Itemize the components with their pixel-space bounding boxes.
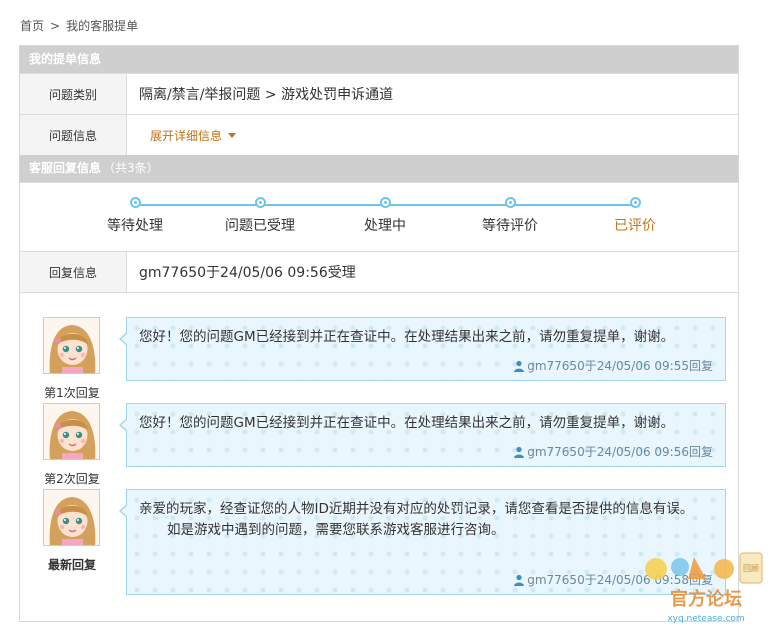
status-progress: 等待处理 问题已受理 处理中 等待评价 已评价 — [20, 182, 738, 251]
watermark-title: 官方论坛 — [670, 588, 742, 610]
step-accepted: 问题已受理 — [200, 197, 320, 235]
reply-bubble: 您好！您的问题GM已经接到并正在查证中。在处理结果出来之前，请勿重复提单，谢谢。… — [119, 403, 726, 467]
step-label: 处理中 — [364, 218, 406, 234]
ticket-panel: 我的提单信息 问题类别 隔离/禁言/举报问题 > 游戏处罚申诉通道 问题信息 展… — [19, 45, 739, 622]
step-awaiting-review: 等待评价 — [450, 197, 570, 235]
breadcrumb-current: 我的客服提单 — [66, 19, 139, 33]
problem-info-label: 问题信息 — [20, 115, 127, 155]
reply-number-label: 最新回复 — [47, 558, 96, 572]
step-dot-icon — [504, 197, 516, 208]
gm-avatar-icon — [44, 318, 99, 373]
step-dot-icon — [379, 197, 391, 208]
reply-meta-text: gm77650于24/05/06 09:55回复 — [527, 359, 713, 373]
step-label: 问题已受理 — [225, 218, 295, 234]
reply-section-title: 客服回复信息 — [29, 161, 102, 175]
gm-avatar-icon — [44, 404, 99, 459]
step-reviewed: 已评价 — [575, 197, 695, 235]
breadcrumb: 首页 > 我的客服提单 — [20, 17, 138, 34]
reply-info-value: gm77650于24/05/06 09:56受理 — [139, 265, 356, 281]
watermark-url: xyq.netease.com — [667, 614, 744, 624]
reply-message-secondary: 如是游戏中遇到的问题，需要您联系游戏客服进行咨询。 — [167, 522, 505, 538]
reply-bubble: 您好！您的问题GM已经接到并正在查证中。在处理结果出来之前，请勿重复提单，谢谢。… — [119, 317, 726, 381]
user-icon — [514, 446, 525, 458]
expand-details-label: 展开详细信息 — [150, 128, 223, 143]
reply-meta-text: gm77650于24/05/06 09:56回复 — [527, 445, 713, 459]
step-dot-icon — [129, 197, 141, 208]
breadcrumb-home-link[interactable]: 首页 — [20, 19, 44, 33]
expand-details-link[interactable]: 展开详细信息 — [150, 127, 237, 144]
reply-count: （共3条） — [103, 161, 159, 175]
step-label: 已评价 — [614, 218, 656, 234]
avatar — [43, 403, 100, 460]
reply-info-row: 回复信息 gm77650于24/05/06 09:56受理 — [20, 251, 738, 292]
step-label: 等待评价 — [482, 218, 538, 234]
step-dot-icon — [629, 197, 641, 208]
reply-meta: gm77650于24/05/06 09:55回复 — [513, 357, 713, 374]
breadcrumb-separator: > — [50, 19, 61, 33]
problem-type-label: 问题类别 — [20, 74, 127, 114]
step-processing: 处理中 — [325, 197, 445, 235]
forum-watermark-logo: 回顾 官方论坛 xyq.netease.com — [645, 552, 763, 624]
reply-meta: gm77650于24/05/06 09:56回复 — [513, 443, 713, 460]
problem-type-row: 问题类别 隔离/禁言/举报问题 > 游戏处罚申诉通道 — [20, 73, 738, 114]
avatar — [43, 489, 100, 546]
reply-number-label: 第2次回复 — [44, 472, 100, 486]
reply-section-header: 客服回复信息 （共3条） — [20, 155, 738, 182]
ticket-section-title: 我的提单信息 — [29, 52, 102, 66]
ticket-section-header: 我的提单信息 — [20, 46, 738, 73]
step-label: 等待处理 — [107, 218, 163, 234]
problem-info-row: 问题信息 展开详细信息 — [20, 114, 738, 155]
avatar — [43, 317, 100, 374]
step-dot-icon — [254, 197, 266, 208]
problem-type-value: 隔离/禁言/举报问题 > 游戏处罚申诉通道 — [139, 87, 394, 103]
caret-down-icon — [228, 132, 237, 138]
user-icon — [514, 360, 525, 372]
gm-avatar-icon — [44, 490, 99, 545]
reply-number-label: 第1次回复 — [44, 386, 100, 400]
reply-message: 亲爱的玩家，经查证您的人物ID近期并没有对应的处罚记录，请您查看是否提供的信息有… — [139, 501, 694, 517]
problem-info-value: 展开详细信息 — [127, 115, 738, 155]
svg-text:回顾: 回顾 — [743, 564, 759, 573]
reply-message: 您好！您的问题GM已经接到并正在查证中。在处理结果出来之前，请勿重复提单，谢谢。 — [139, 329, 675, 345]
user-icon — [514, 574, 525, 586]
reply-info-label: 回复信息 — [20, 252, 127, 292]
reply-message: 您好！您的问题GM已经接到并正在查证中。在处理结果出来之前，请勿重复提单，谢谢。 — [139, 415, 675, 431]
step-waiting: 等待处理 — [75, 197, 195, 235]
reply-thread: 第1次回复 您好！您的问题GM已经接到并正在查证中。在处理结果出来之前，请勿重复… — [20, 292, 738, 621]
